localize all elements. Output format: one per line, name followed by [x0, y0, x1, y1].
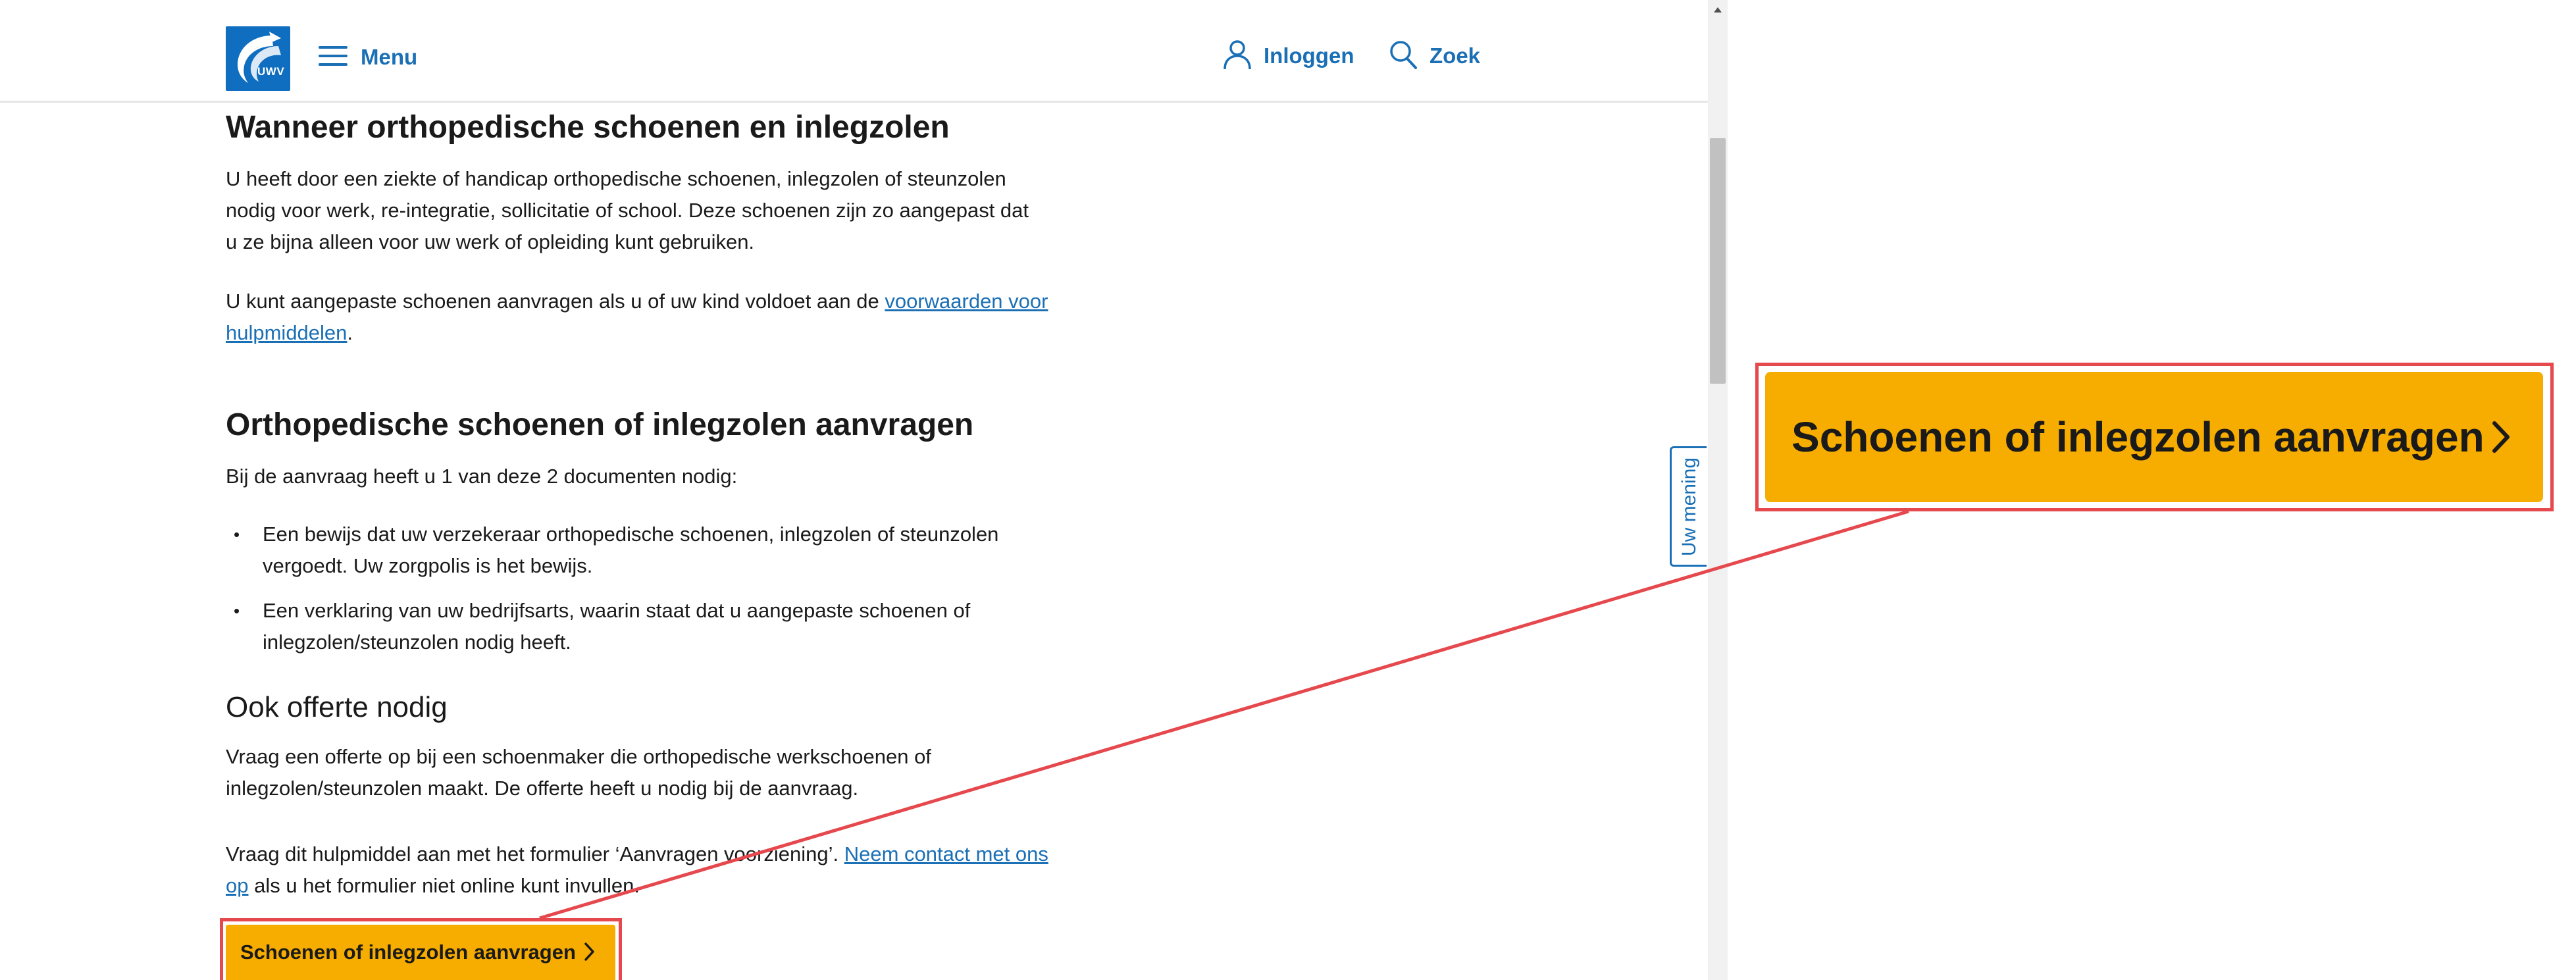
list-item: • Een verklaring van uw bedrijfsarts, wa…	[226, 595, 1016, 658]
site-header: UWV Menu Inloggen Zoek	[0, 0, 1708, 103]
heading-quote: Ook offerte nodig	[226, 691, 448, 723]
list-item-text: Een bewijs dat uw verzekeraar orthopedis…	[263, 523, 999, 577]
zoomed-apply-label: Schoenen of inlegzolen aanvragen	[1791, 413, 2485, 461]
menu-label: Menu	[361, 45, 418, 69]
paragraph-text: U kunt aangepaste schoenen aanvragen als…	[226, 290, 885, 313]
paragraph-end: .	[347, 321, 353, 344]
scroll-up-arrow-icon[interactable]	[1708, 0, 1728, 20]
apply-shoes-label: Schoenen of inlegzolen aanvragen	[240, 941, 576, 964]
paragraph-when-conditions: U kunt aangepaste schoenen aanvragen als…	[226, 286, 1048, 349]
scrollbar-thumb[interactable]	[1710, 138, 1726, 384]
hamburger-icon	[319, 44, 348, 71]
paragraph-when-intro: U heeft door een ziekte of handicap orth…	[226, 163, 1068, 258]
chevron-right-icon	[584, 942, 596, 965]
browser-viewport: UWV Menu Inloggen Zoek Wanneer orthopedi…	[0, 0, 1708, 980]
login-button[interactable]: Inloggen	[1223, 39, 1354, 72]
feedback-label: Uw mening	[1678, 457, 1700, 556]
paragraph-form: Vraag dit hulpmiddel aan met het formuli…	[226, 838, 1055, 902]
logo-text: UWV	[257, 65, 285, 78]
bullet-dot: •	[234, 601, 240, 621]
chevron-right-icon	[2490, 419, 2512, 458]
paragraph-line: nodig voor werk, re-integratie, sollicit…	[226, 199, 1029, 222]
menu-button[interactable]: Menu	[319, 41, 417, 74]
zoomed-apply-button: Schoenen of inlegzolen aanvragen	[1765, 372, 2543, 502]
login-label: Inloggen	[1264, 43, 1354, 68]
paragraph-line: u ze bijna alleen voor uw werk of opleid…	[226, 230, 755, 253]
paragraph-line: U heeft door een ziekte of handicap orth…	[226, 167, 1006, 190]
bullet-dot: •	[234, 525, 240, 544]
uwv-logo[interactable]: UWV	[226, 26, 290, 91]
paragraph-text: Vraag dit hulpmiddel aan met het formuli…	[226, 842, 844, 865]
paragraph-end: als u het formulier niet online kunt inv…	[248, 874, 640, 897]
user-icon	[1223, 39, 1252, 74]
search-icon	[1389, 39, 1418, 73]
search-label: Zoek	[1430, 43, 1481, 68]
list-item-text: Een verklaring van uw bedrijfsarts, waar…	[263, 599, 971, 654]
heading-apply: Orthopedische schoenen of inlegzolen aan…	[226, 407, 974, 442]
search-button[interactable]: Zoek	[1389, 39, 1480, 72]
paragraph-quote: Vraag een offerte op bij een schoenmaker…	[226, 745, 931, 800]
apply-shoes-button[interactable]: Schoenen of inlegzolen aanvragen	[226, 925, 615, 980]
list-item: • Een bewijs dat uw verzekeraar orthoped…	[226, 519, 1048, 582]
feedback-tab[interactable]: Uw mening	[1670, 446, 1707, 567]
heading-when: Wanneer orthopedische schoenen en inlegz…	[226, 110, 950, 145]
paragraph-apply-intro: Bij de aanvraag heeft u 1 van deze 2 doc…	[226, 465, 738, 488]
